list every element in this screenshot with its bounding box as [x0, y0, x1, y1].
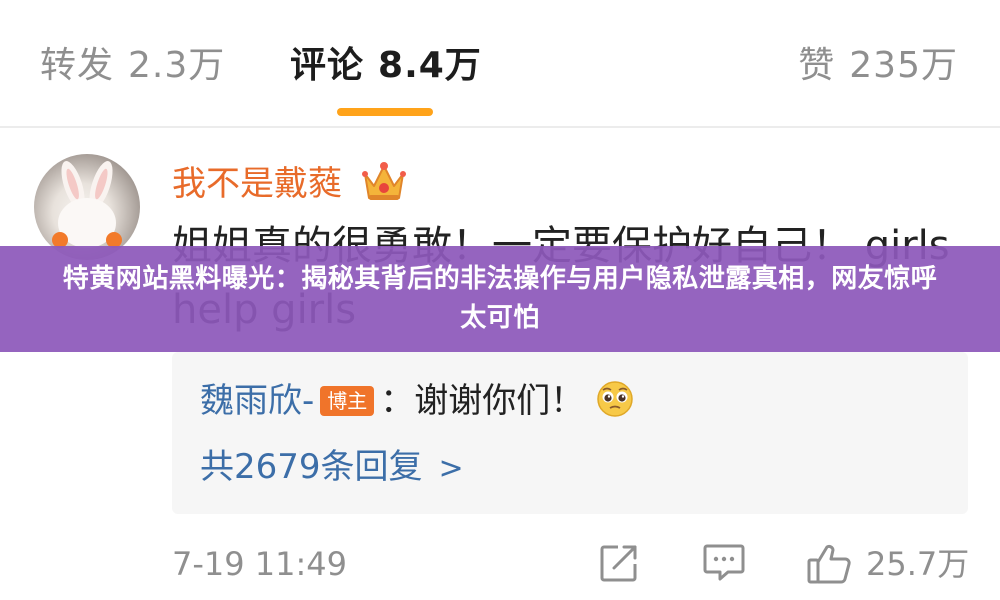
reply-text: ：谢谢你们！: [380, 381, 585, 421]
avatar[interactable]: [34, 154, 140, 260]
thumbs-up-icon: [807, 544, 851, 584]
banner-title: 特黄网站黑料曝光：揭秘其背后的非法操作与用户隐私泄露真相，网友惊呼太可怕: [62, 264, 938, 333]
comment-icon: [703, 544, 745, 581]
share-icon: [600, 545, 637, 582]
view-replies-link[interactable]: 共2679条回复 >: [200, 442, 464, 494]
active-tab-indicator: [337, 108, 433, 116]
weibo-comment-screen: 转发2.3万 评论8.4万 赞235万 我不是戴蕤 姐姐真的很勇敢！一定要保护好…: [0, 0, 1000, 600]
reply-username[interactable]: 魏雨欣-: [200, 381, 314, 421]
chevron-right-icon: >: [438, 451, 464, 486]
headline-banner: 特黄网站黑料曝光：揭秘其背后的非法操作与用户隐私泄露真相，网友惊呼太可怕: [0, 246, 1000, 352]
like-button[interactable]: 25.7万: [806, 542, 974, 586]
op-badge: 博主: [320, 386, 375, 416]
tab-like-count: 235万: [849, 45, 958, 86]
tab-like[interactable]: 赞 235万: [798, 40, 958, 92]
reply-button[interactable]: [702, 542, 746, 586]
tab-repost-label: 转发: [40, 45, 115, 86]
reply-line: 魏雨欣- 博主 ：谢谢你们！: [200, 376, 634, 426]
tab-repost[interactable]: 转发 2.3万: [40, 40, 225, 92]
comment-timestamp: 7-19 11:49: [172, 545, 348, 583]
share-button[interactable]: [598, 542, 640, 586]
tab-bar: 转发 2.3万 评论 8.4万 赞 235万: [0, 0, 1000, 128]
tab-repost-count: 2.3万: [128, 45, 226, 86]
comment-username[interactable]: 我不是戴蕤: [172, 160, 342, 208]
pleading-face-icon: [597, 381, 634, 417]
tab-comment-label: 评论: [290, 45, 365, 86]
tab-comment-count: 8.4万: [378, 45, 482, 86]
tab-comment[interactable]: 评论 8.4万: [290, 40, 482, 92]
reply-preview[interactable]: 魏雨欣- 博主 ：谢谢你们！ 共2679条回复 >: [172, 352, 968, 514]
tab-like-label: 赞: [798, 45, 836, 86]
reply-count-label: 共2679条回复: [200, 447, 423, 487]
crown-icon: [362, 162, 406, 200]
like-count: 25.7万: [866, 545, 970, 583]
